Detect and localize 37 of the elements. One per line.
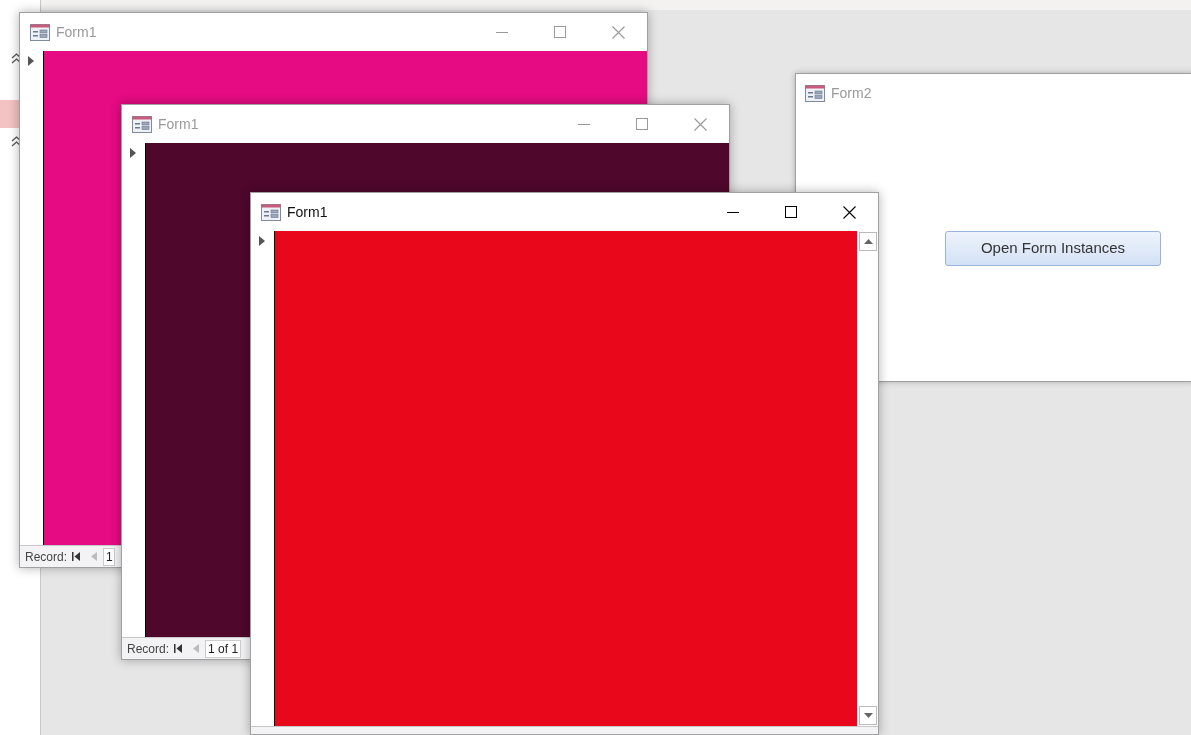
record-selector-icon[interactable] <box>259 236 265 246</box>
record-selector-icon[interactable] <box>130 148 136 158</box>
record-number-field[interactable]: 1 <box>103 547 116 566</box>
form-icon <box>30 23 50 41</box>
first-record-icon[interactable] <box>174 644 183 653</box>
close-icon <box>693 117 707 131</box>
record-number-field[interactable]: 1 of 1 <box>205 639 242 658</box>
first-record-icon[interactable] <box>72 552 81 561</box>
selected-row[interactable] <box>0 100 19 128</box>
scrollbar[interactable] <box>857 231 878 726</box>
form-icon <box>132 115 152 133</box>
maximize-icon <box>785 206 797 218</box>
form-icon <box>805 85 825 102</box>
minimize-icon <box>496 31 508 33</box>
record-selector-icon[interactable] <box>28 56 34 66</box>
maximize-icon <box>636 118 648 130</box>
maximize-icon <box>554 26 566 38</box>
previous-record-icon[interactable] <box>193 644 200 653</box>
record-label: Record: <box>127 640 170 658</box>
up-arrow-icon <box>863 239 873 244</box>
down-arrow-icon <box>863 713 873 718</box>
minimize-icon <box>578 123 590 125</box>
close-icon <box>842 205 856 219</box>
minimize-icon <box>727 211 739 213</box>
window-title: Form1 <box>158 114 199 134</box>
window-title: Form1 <box>287 202 328 222</box>
close-icon <box>611 25 625 39</box>
collapse-icon[interactable] <box>11 136 22 147</box>
scroll-down-button[interactable] <box>859 706 877 725</box>
record-label: Record: <box>25 548 68 566</box>
scroll-up-button[interactable] <box>859 232 877 251</box>
window-title: Form2 <box>831 84 872 103</box>
previous-record-icon[interactable] <box>91 552 98 561</box>
form-icon <box>261 203 281 221</box>
collapse-icon[interactable] <box>11 53 22 64</box>
open-form-instances-button[interactable]: Open Form Instances <box>945 231 1161 266</box>
window-title: Form1 <box>56 22 97 42</box>
